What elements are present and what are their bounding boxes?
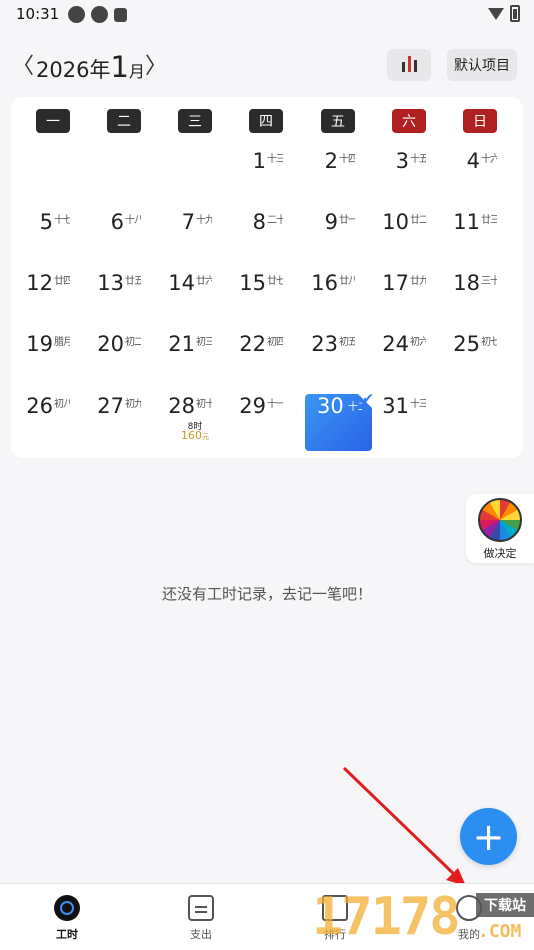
tab-expense-label: 支出 — [190, 928, 212, 941]
watermark-box: 下载站 — [476, 893, 534, 917]
calendar-day-today[interactable]: 30 十二✔ — [305, 391, 374, 451]
red-arrow-annotation — [342, 766, 466, 886]
tab-expense[interactable]: 支出 — [161, 884, 241, 950]
watermark-com: .COM — [478, 921, 522, 942]
expense-icon — [188, 895, 214, 921]
hours-icon — [54, 895, 80, 921]
watermark-digits: 17178 — [312, 887, 461, 947]
add-record-button[interactable]: + — [460, 808, 517, 865]
check-icon: ✔ — [362, 391, 374, 407]
tab-hours[interactable]: 工时 — [27, 884, 107, 950]
day-number: 30 — [317, 394, 344, 418]
lunar-date: 十二 — [348, 402, 362, 413]
site-watermark: 17178 下载站 .COM — [312, 885, 534, 950]
arrow-line — [342, 766, 460, 880]
tab-hours-label: 工时 — [56, 928, 78, 941]
